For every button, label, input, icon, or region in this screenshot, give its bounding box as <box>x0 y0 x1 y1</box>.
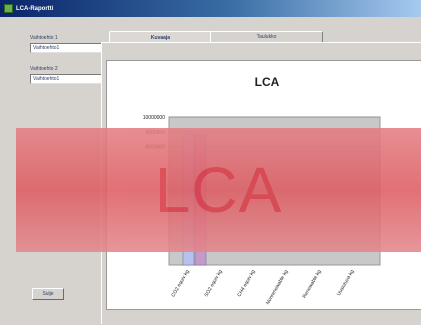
window-title: LCA-Raportti <box>16 5 54 12</box>
exit-button[interactable]: Sulje <box>32 288 64 300</box>
x-tick-label: Uusiutuva kg <box>336 269 356 297</box>
option1-value: Vaihtoehto1 <box>33 45 60 51</box>
option2-select[interactable]: Vaihtoehto1 ▼ <box>30 74 111 84</box>
x-tick-label: SO2 equiv kg <box>203 269 223 298</box>
x-tick-label: CH4 equiv kg <box>236 269 256 298</box>
option1-select[interactable]: Vaihtoehto1 ▼ <box>30 43 111 53</box>
x-tick-label: CO2 equiv kg <box>170 269 190 298</box>
option2-value: Vaihtoehto1 <box>33 76 60 82</box>
x-tick-label: Nonrenewable kg <box>265 269 290 306</box>
x-tick-label: Renewable kg <box>302 269 323 300</box>
tab-table[interactable]: Taulukko <box>210 31 323 42</box>
overlay-text: LCA <box>154 154 283 226</box>
app-icon <box>4 4 13 13</box>
y-tick-label: 10000000 <box>143 115 165 121</box>
chart-title: LCA <box>255 75 280 89</box>
overlay-banner: LCA <box>16 128 421 252</box>
title-bar: LCA-Raportti <box>0 0 421 17</box>
option1-label: Vaihtoehto 1 <box>30 35 58 41</box>
option2-label: Vaihtoehto 2 <box>30 66 58 72</box>
